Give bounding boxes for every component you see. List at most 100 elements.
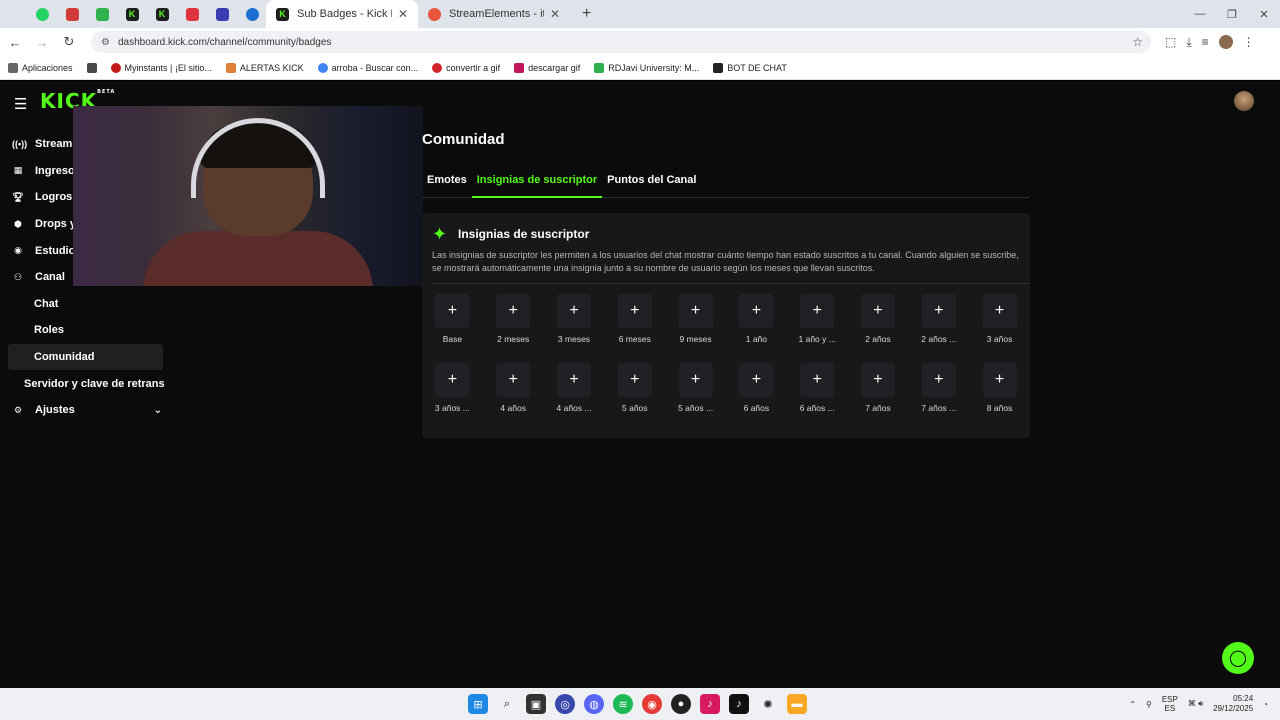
- pinned-tab-2[interactable]: [58, 0, 86, 28]
- downloads-icon[interactable]: ⤓: [1186, 35, 1191, 50]
- add-badge-button[interactable]: +: [435, 294, 470, 328]
- reload-icon[interactable]: ↻: [57, 34, 81, 50]
- sidebar-item-roles[interactable]: Roles: [8, 317, 168, 344]
- add-badge-button[interactable]: +: [739, 363, 774, 397]
- clock[interactable]: 05:24 29/12/2025: [1213, 694, 1253, 714]
- tab-streamelements[interactable]: StreamElements - its_yero ✕: [418, 0, 570, 28]
- network-volume-icon[interactable]: ⌘ 🔊︎: [1188, 699, 1203, 709]
- minimize-icon[interactable]: —: [1184, 8, 1216, 21]
- add-badge-button[interactable]: +: [982, 363, 1017, 397]
- close-icon[interactable]: ✕: [550, 7, 560, 21]
- pinned-tab-6[interactable]: [178, 0, 206, 28]
- pinned-tab-whatsapp[interactable]: [28, 0, 56, 28]
- notifications-icon[interactable]: ◔: [1263, 700, 1268, 709]
- sidebar-item-comunidad[interactable]: Comunidad: [8, 343, 163, 371]
- file-explorer-icon[interactable]: ▬: [787, 694, 807, 714]
- windows-start-icon[interactable]: ⊞: [468, 694, 488, 714]
- add-badge-button[interactable]: +: [921, 294, 956, 328]
- language-indicator[interactable]: ESP ES: [1162, 695, 1178, 713]
- tab-insignias[interactable]: Insignias de suscriptor: [471, 174, 603, 198]
- back-icon[interactable]: ←: [3, 35, 27, 50]
- hamburger-menu-icon[interactable]: ☰: [14, 95, 27, 113]
- tray-app-icon[interactable]: ⚲: [1146, 700, 1152, 709]
- add-badge-button[interactable]: +: [435, 363, 470, 397]
- discord-icon[interactable]: ◍: [584, 694, 604, 714]
- bookmark-star-icon[interactable]: ☆: [1132, 35, 1143, 49]
- sidebar-item-label: Servidor y clave de retrans: [24, 377, 165, 390]
- site-info-icon[interactable]: ⚙: [101, 37, 110, 48]
- pinned-tab-5[interactable]: K: [148, 0, 176, 28]
- bookmark-item[interactable]: [86, 62, 97, 73]
- site-icon: [185, 7, 199, 21]
- search-icon[interactable]: ⌕: [497, 694, 517, 714]
- add-badge-button[interactable]: +: [800, 363, 835, 397]
- bookmarks-bar: Aplicaciones Myinstants | ¡El sitio... A…: [0, 56, 1280, 80]
- add-badge-button[interactable]: +: [556, 294, 591, 328]
- bookmark-apps[interactable]: Aplicaciones: [8, 62, 73, 73]
- browser-tools: ⬚ ⤓ ≡ ⋮: [1165, 35, 1255, 50]
- app-icon[interactable]: ♪: [700, 694, 720, 714]
- add-badge-button[interactable]: +: [496, 363, 531, 397]
- badge-slot: +6 meses: [604, 294, 665, 363]
- download-icon: [514, 62, 525, 73]
- close-icon[interactable]: ✕: [398, 7, 408, 21]
- add-badge-button[interactable]: +: [678, 294, 713, 328]
- bookmark-descargar[interactable]: descargar gif: [514, 62, 580, 73]
- pinned-tab-7[interactable]: [208, 0, 236, 28]
- chrome-icon[interactable]: ◉: [642, 694, 662, 714]
- pinned-tab-8[interactable]: [238, 0, 266, 28]
- bookmark-label: BOT DE CHAT: [727, 62, 787, 73]
- add-badge-button[interactable]: +: [860, 363, 895, 397]
- profile-avatar[interactable]: [1218, 35, 1233, 49]
- tab-puntos[interactable]: Puntos del Canal: [602, 174, 701, 198]
- sidebar-item-servidor[interactable]: Servidor y clave de retrans: [8, 370, 168, 397]
- add-badge-button[interactable]: +: [800, 294, 835, 328]
- add-badge-button[interactable]: +: [982, 294, 1017, 328]
- chevron-up-icon[interactable]: ⌃: [1129, 700, 1136, 709]
- badge-slot: +1 año: [726, 294, 787, 363]
- tab-emotes[interactable]: Emotes: [422, 174, 472, 198]
- main-content: Comunidad Emotes Insignias de suscriptor…: [422, 131, 1030, 438]
- reading-list-icon[interactable]: ≡: [1202, 35, 1209, 49]
- app-icon[interactable]: ◎: [555, 694, 575, 714]
- add-badge-button[interactable]: +: [496, 294, 531, 328]
- bookmark-rdjavi[interactable]: RDJavi University: M...: [594, 62, 700, 73]
- tab-sub-badges[interactable]: K Sub Badges - Kick Dashboard ✕: [266, 0, 418, 28]
- maximize-icon[interactable]: ❐: [1216, 8, 1248, 21]
- extensions-icon[interactable]: ⬚: [1165, 35, 1176, 49]
- globe-icon: [245, 7, 259, 21]
- bookmark-bot[interactable]: BOT DE CHAT: [713, 62, 787, 73]
- sidebar-item-chat[interactable]: Chat: [8, 291, 168, 318]
- taskbar-apps: ⊞ ⌕ ▣ ◎ ◍ ≋ ◉ ● ♪ ♪ ✺ ▬: [468, 688, 807, 720]
- bookmark-myinstants[interactable]: Myinstants | ¡El sitio...: [110, 62, 212, 73]
- task-view-icon[interactable]: ▣: [526, 694, 546, 714]
- add-badge-button[interactable]: +: [617, 294, 652, 328]
- bookmark-label: RDJavi University: M...: [608, 62, 700, 73]
- badge-label: 5 años: [622, 403, 648, 413]
- menu-icon[interactable]: ⋮: [1243, 35, 1255, 49]
- bookmark-arroba[interactable]: arroba - Buscar con...: [317, 62, 418, 73]
- pinned-tab-4[interactable]: K: [118, 0, 146, 28]
- forward-icon[interactable]: →: [30, 35, 54, 50]
- sidebar-item-ajustes[interactable]: ⚙ Ajustes ⌄: [8, 397, 168, 424]
- bookmark-alertas[interactable]: ALERTAS KICK: [225, 62, 304, 73]
- new-tab-button[interactable]: +: [582, 5, 591, 23]
- close-window-icon[interactable]: ✕: [1248, 8, 1280, 21]
- add-badge-button[interactable]: +: [921, 363, 956, 397]
- user-avatar[interactable]: [1234, 91, 1254, 111]
- url-input[interactable]: ⚙ dashboard.kick.com/channel/community/b…: [91, 31, 1151, 53]
- obs-icon[interactable]: ●: [671, 694, 691, 714]
- add-badge-button[interactable]: +: [739, 294, 774, 328]
- help-chat-button[interactable]: ◯: [1222, 642, 1254, 674]
- add-badge-button[interactable]: +: [678, 363, 713, 397]
- pinned-tab-3[interactable]: [88, 0, 116, 28]
- add-badge-button[interactable]: +: [617, 363, 652, 397]
- bookmark-convertir[interactable]: convertir a gif: [432, 62, 500, 73]
- tiktok-icon[interactable]: ♪: [729, 694, 749, 714]
- sidebar-item-label: Stream: [35, 138, 73, 151]
- chatgpt-icon[interactable]: ✺: [758, 694, 778, 714]
- add-badge-button[interactable]: +: [860, 294, 895, 328]
- spotify-icon[interactable]: ≋: [613, 694, 633, 714]
- badge-slot: +7 años: [848, 363, 909, 432]
- add-badge-button[interactable]: +: [556, 363, 591, 397]
